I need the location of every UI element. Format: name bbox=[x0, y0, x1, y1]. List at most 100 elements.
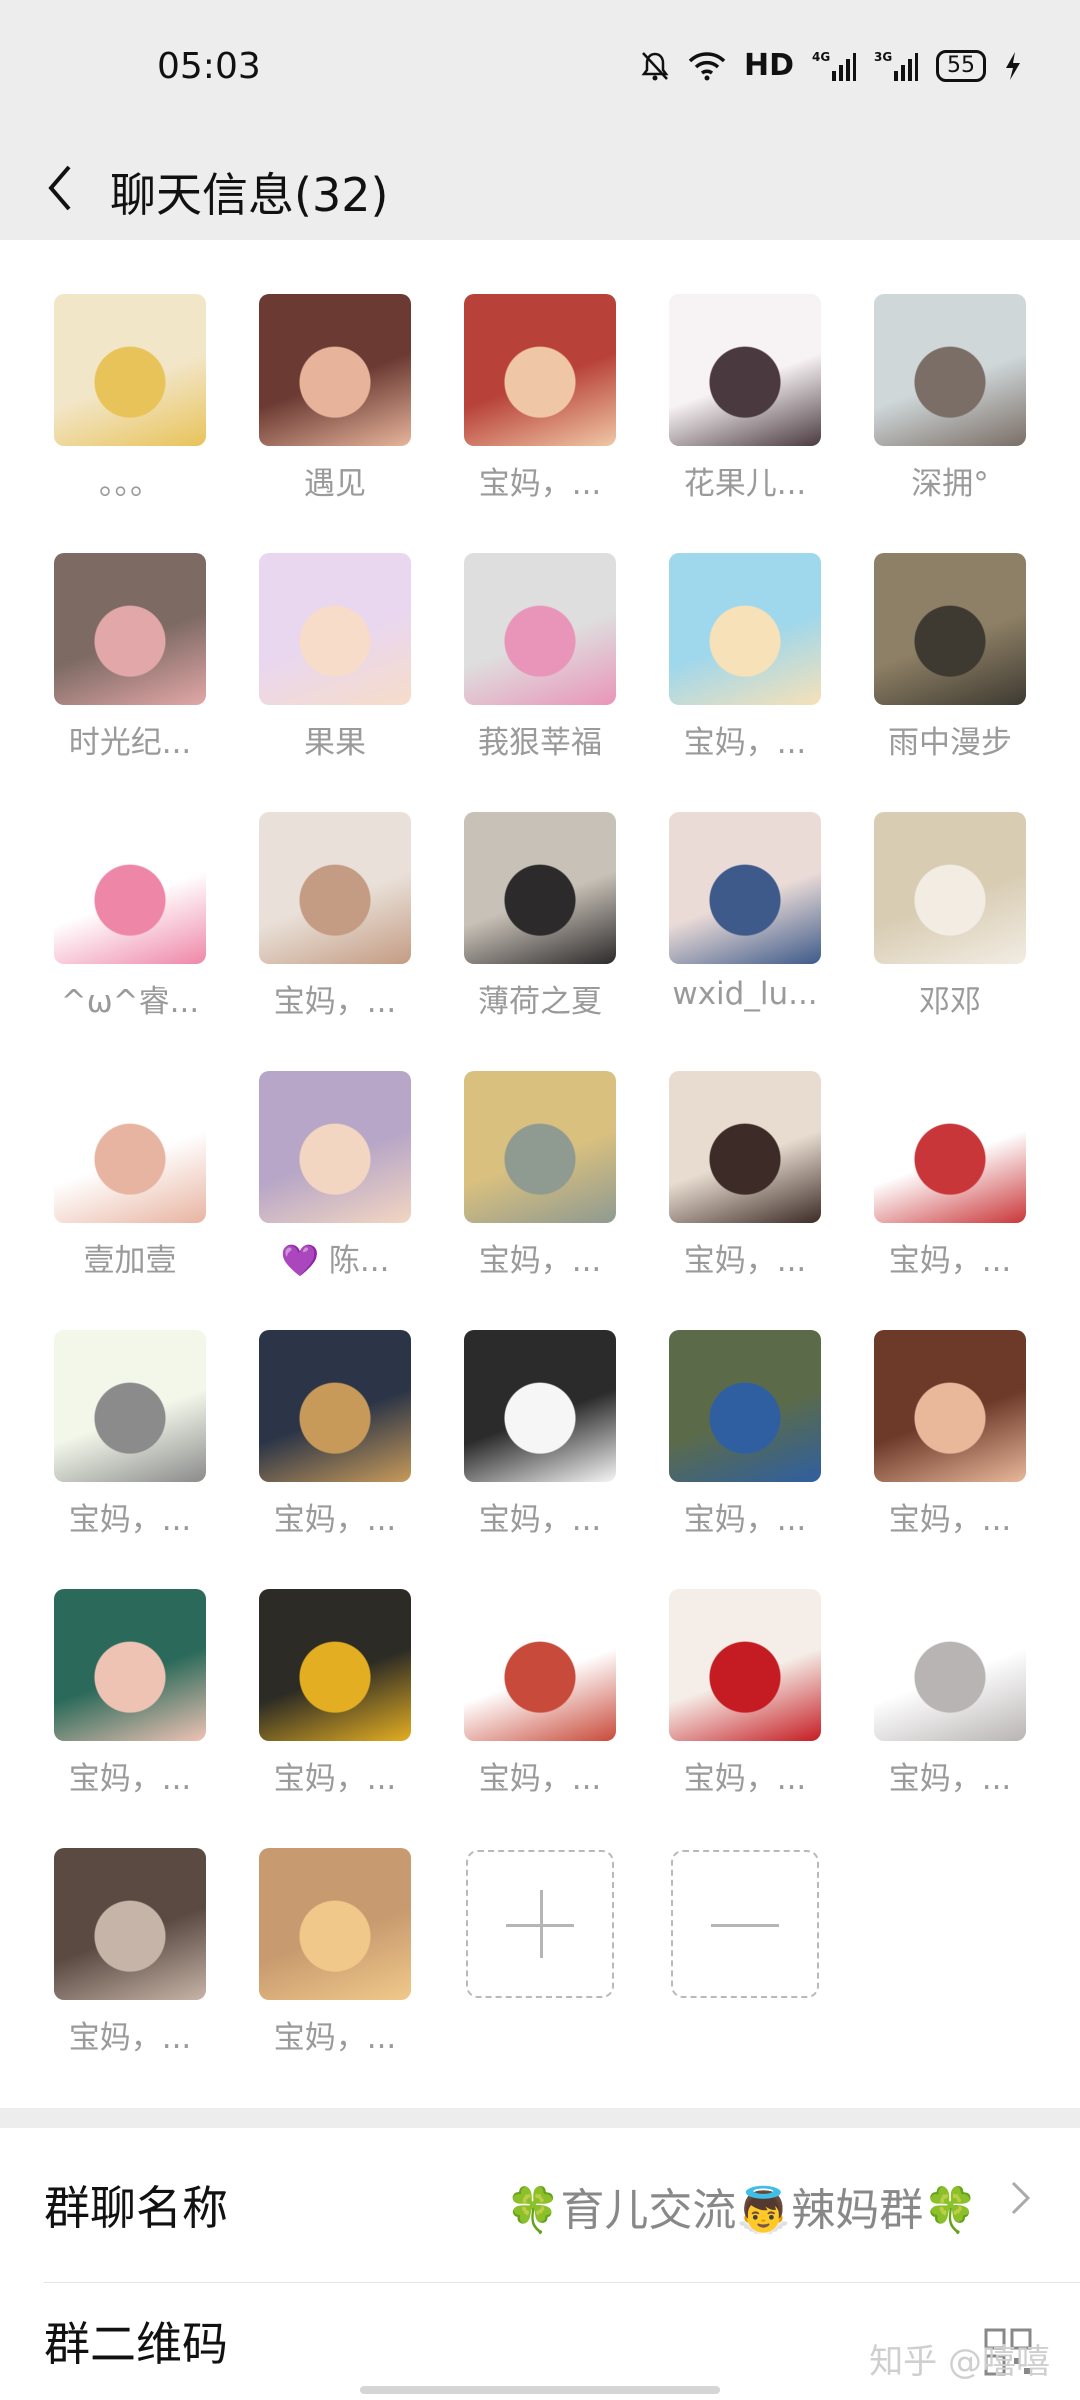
member-tile[interactable]: 宝妈，... bbox=[874, 1589, 1026, 1798]
member-tile[interactable]: 宝妈，... bbox=[54, 1848, 206, 2057]
avatar bbox=[464, 294, 616, 446]
member-tile[interactable]: 宝妈，... bbox=[464, 294, 616, 503]
member-tile[interactable]: 时光纪... bbox=[54, 553, 206, 762]
member-name: 宝妈，... bbox=[888, 1502, 1012, 1538]
nav-bar: 聊天信息(32) bbox=[0, 135, 1080, 240]
member-name: 。。。 bbox=[99, 466, 161, 502]
member-name: 薄荷之夏 bbox=[478, 984, 602, 1020]
avatar bbox=[54, 294, 206, 446]
avatar bbox=[874, 294, 1026, 446]
home-indicator bbox=[360, 2386, 720, 2394]
status-icons: HD 4G 3G 55 bbox=[640, 48, 1022, 83]
member-name: 时光纪... bbox=[68, 725, 192, 761]
add-member-button[interactable] bbox=[466, 1850, 614, 1998]
avatar bbox=[54, 1589, 206, 1741]
avatar bbox=[669, 553, 821, 705]
group-name-value: 🍀育儿交流👼辣妈群🍀 bbox=[505, 2185, 978, 2236]
battery-level: 55 bbox=[947, 52, 975, 78]
member-name: 宝妈，... bbox=[478, 1502, 602, 1538]
member-tile[interactable]: 果果 bbox=[259, 553, 411, 762]
signal-4g-icon: 4G bbox=[812, 49, 856, 83]
member-name: 宝妈，... bbox=[273, 984, 397, 1020]
silent-bell-icon bbox=[640, 50, 670, 82]
member-tile[interactable]: 宝妈，... bbox=[259, 1589, 411, 1798]
member-tile[interactable]: 。。。 bbox=[54, 294, 206, 503]
member-tile[interactable]: 宝妈，... bbox=[259, 812, 411, 1021]
member-name: 壹加壹 bbox=[83, 1243, 177, 1279]
battery-icon: 55 bbox=[936, 49, 986, 82]
avatar bbox=[874, 1071, 1026, 1223]
member-tile[interactable]: 宝妈，... bbox=[259, 1330, 411, 1539]
member-name: 宝妈，... bbox=[683, 1502, 807, 1538]
member-tile[interactable]: wxid_lu... bbox=[669, 812, 821, 1012]
member-name: wxid_lu... bbox=[672, 976, 818, 1012]
member-tile[interactable]: 宝妈，... bbox=[54, 1589, 206, 1798]
back-button[interactable] bbox=[30, 153, 90, 223]
member-name: 宝妈，... bbox=[888, 1761, 1012, 1797]
svg-text:3G: 3G bbox=[874, 50, 892, 64]
member-tile[interactable]: 花果儿... bbox=[669, 294, 821, 503]
avatar bbox=[259, 1330, 411, 1482]
member-name: 宝妈，... bbox=[68, 1761, 192, 1797]
qr-code-label: 群二维码 bbox=[44, 2317, 228, 2371]
member-tile[interactable]: 壹加壹 bbox=[54, 1071, 206, 1280]
remove-member-button[interactable] bbox=[671, 1850, 819, 1998]
avatar bbox=[669, 812, 821, 964]
group-name-row[interactable]: 群聊名称 🍀育儿交流👼辣妈群🍀 bbox=[0, 2128, 1080, 2264]
member-tile[interactable]: 雨中漫步 bbox=[874, 553, 1026, 762]
member-name: 花果儿... bbox=[683, 466, 807, 502]
avatar bbox=[259, 1848, 411, 2000]
avatar bbox=[259, 553, 411, 705]
status-time: 05:03 bbox=[157, 46, 261, 87]
avatar bbox=[874, 1330, 1026, 1482]
member-tile[interactable]: 薄荷之夏 bbox=[464, 812, 616, 1021]
avatar bbox=[259, 1071, 411, 1223]
member-name: 邓邓 bbox=[919, 984, 981, 1020]
member-tile[interactable]: 宝妈，... bbox=[54, 1330, 206, 1539]
member-name: 宝妈，... bbox=[273, 1761, 397, 1797]
member-tile[interactable]: 💜 陈... bbox=[259, 1071, 411, 1280]
member-tile[interactable]: 莪狠莘福 bbox=[464, 553, 616, 762]
avatar bbox=[54, 1071, 206, 1223]
avatar bbox=[669, 1330, 821, 1482]
member-name: 宝妈，... bbox=[478, 1243, 602, 1279]
member-tile[interactable]: 宝妈，... bbox=[874, 1071, 1026, 1280]
avatar bbox=[464, 1330, 616, 1482]
members-panel: 。。。 遇见 宝妈，... 花果儿... 深拥° 时光纪... 果果 莪狠莘福 宝妈，... 雨中… bbox=[0, 240, 1080, 2108]
member-name: 果果 bbox=[304, 725, 366, 761]
signal-3g-icon: 3G bbox=[874, 49, 918, 83]
member-tile[interactable]: 宝妈，... bbox=[669, 1071, 821, 1280]
member-name: 宝妈，... bbox=[273, 1502, 397, 1538]
member-tile[interactable]: 宝妈，... bbox=[464, 1589, 616, 1798]
member-tile[interactable]: 深拥° bbox=[874, 294, 1026, 503]
member-name: 宝妈，... bbox=[683, 1761, 807, 1797]
minus-icon bbox=[711, 1924, 779, 1927]
chevron-right-icon bbox=[1011, 2181, 1031, 2215]
member-tile[interactable]: 宝妈，... bbox=[669, 1589, 821, 1798]
avatar bbox=[259, 812, 411, 964]
member-tile[interactable]: 宝妈，... bbox=[259, 1848, 411, 2057]
avatar bbox=[464, 812, 616, 964]
avatar bbox=[259, 1589, 411, 1741]
member-name: 莪狠莘福 bbox=[478, 725, 602, 761]
wifi-icon bbox=[688, 51, 726, 81]
member-tile[interactable]: 宝妈，... bbox=[464, 1330, 616, 1539]
chevron-left-icon bbox=[48, 165, 71, 211]
avatar bbox=[669, 1589, 821, 1741]
member-tile[interactable]: 遇见 bbox=[259, 294, 411, 503]
member-tile[interactable]: 宝妈，... bbox=[669, 553, 821, 762]
member-tile[interactable]: 宝妈，... bbox=[874, 1330, 1026, 1539]
avatar bbox=[54, 1848, 206, 2000]
avatar bbox=[54, 812, 206, 964]
member-tile[interactable]: 宝妈，... bbox=[669, 1330, 821, 1539]
divider bbox=[44, 2282, 1080, 2283]
member-name: 宝妈，... bbox=[68, 2020, 192, 2056]
member-tile[interactable]: ^ω^睿... bbox=[54, 812, 206, 1021]
group-name-label: 群聊名称 bbox=[44, 2181, 228, 2235]
member-name: 宝妈，... bbox=[478, 1761, 602, 1797]
member-tile[interactable]: 邓邓 bbox=[874, 812, 1026, 1021]
member-name: 雨中漫步 bbox=[888, 725, 1012, 761]
avatar bbox=[54, 1330, 206, 1482]
member-tile[interactable]: 宝妈，... bbox=[464, 1071, 616, 1280]
member-name: 宝妈，... bbox=[888, 1243, 1012, 1279]
